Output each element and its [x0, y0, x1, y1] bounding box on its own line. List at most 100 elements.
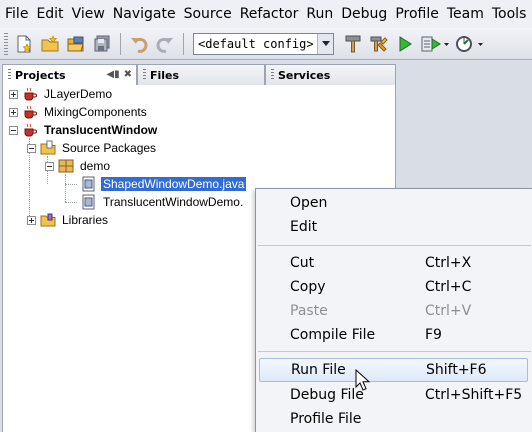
- tree-guide-line: [65, 174, 66, 202]
- menu-view[interactable]: View: [67, 6, 108, 22]
- menu-item-shortcut: Shift+F6: [426, 362, 487, 378]
- menu-item-label: Compile File: [290, 327, 376, 343]
- menu-separator: [258, 351, 531, 352]
- debug-icon[interactable]: [418, 31, 452, 57]
- tab-projects-label: Projects: [15, 68, 66, 82]
- tree-node-label: Source Packages: [62, 141, 157, 155]
- menu-tools[interactable]: Tools: [487, 6, 530, 22]
- java-file-icon: [81, 194, 97, 210]
- expand-toggle-icon[interactable]: [9, 107, 18, 117]
- tab-projects[interactable]: Projects ◀▮ ✖: [2, 64, 137, 86]
- menu-item-label: Edit: [290, 219, 318, 235]
- tree-node-label: JLayerDemo: [44, 87, 113, 101]
- menu-item-label: Run File: [291, 362, 346, 378]
- menu-item-shortcut: F9: [425, 327, 442, 343]
- menu-bar: File Edit View Navigate Source Refactor …: [0, 0, 532, 28]
- drag-handle-icon[interactable]: [271, 69, 274, 81]
- chevron-down-icon[interactable]: [317, 33, 333, 54]
- menu-separator: [258, 245, 531, 246]
- menu-item-label: Profile File: [290, 411, 362, 427]
- tree-node-translucentwindowdemo[interactable]: TranslucentWindowDemo.: [81, 193, 245, 211]
- source-folder-icon: [40, 140, 56, 156]
- menu-item-copy[interactable]: Copy Ctrl+C: [256, 275, 532, 299]
- tab-services[interactable]: Services: [265, 64, 396, 86]
- tree-node-label: TranslucentWindow: [44, 123, 158, 137]
- context-menu: Open Edit Cut Ctrl+X Copy Ctrl+C Paste C…: [255, 188, 532, 432]
- menu-profile[interactable]: Profile: [390, 6, 442, 22]
- clean-build-icon[interactable]: [366, 31, 392, 57]
- tree-node-translucentwindow[interactable]: TranslucentWindow: [9, 121, 159, 139]
- menu-item-label: Open: [290, 195, 328, 211]
- tab-files-label: Files: [150, 68, 180, 82]
- menu-file[interactable]: File: [0, 6, 31, 22]
- mouse-cursor-icon: [355, 369, 371, 391]
- expand-toggle-icon[interactable]: [27, 215, 36, 225]
- menu-navigate[interactable]: Navigate: [108, 6, 179, 22]
- libraries-folder-icon: [40, 212, 56, 228]
- toolbar-separator: [120, 32, 121, 55]
- tree-node-libraries[interactable]: Libraries: [27, 211, 110, 229]
- save-all-icon[interactable]: [89, 31, 115, 57]
- tab-services-label: Services: [278, 68, 331, 82]
- menu-item-shortcut: Ctrl+C: [425, 279, 472, 295]
- collapse-toggle-icon[interactable]: [9, 125, 18, 135]
- open-project-icon[interactable]: [63, 31, 89, 57]
- menu-item-paste: Paste Ctrl+V: [256, 299, 532, 323]
- package-icon: [58, 158, 74, 174]
- tree-guide-line: [65, 202, 77, 203]
- profile-icon[interactable]: [452, 31, 488, 57]
- menu-debug[interactable]: Debug: [336, 6, 390, 22]
- tree-node-shapedwindowdemo[interactable]: ShapedWindowDemo.java: [81, 175, 247, 193]
- undo-icon[interactable]: [126, 31, 152, 57]
- build-icon[interactable]: [340, 31, 366, 57]
- toolbar-separator: [183, 32, 184, 55]
- collapse-toggle-icon[interactable]: [45, 161, 54, 171]
- configuration-select[interactable]: <default config>: [193, 32, 334, 55]
- menu-item-label: Cut: [290, 255, 315, 271]
- menu-source[interactable]: Source: [179, 6, 235, 22]
- menu-item-run-file[interactable]: Run File Shift+F6: [259, 358, 528, 382]
- menu-refactor[interactable]: Refactor: [235, 6, 302, 22]
- tree-node-label: Libraries: [62, 213, 109, 227]
- menu-item-shortcut: Ctrl+Shift+F5: [425, 387, 523, 403]
- panel-tabs: Projects ◀▮ ✖ Files Services: [0, 64, 532, 86]
- menu-item-label: Copy: [290, 279, 326, 295]
- tree-node-mixingcomponents[interactable]: MixingComponents: [9, 103, 149, 121]
- toolbar-grip[interactable]: [4, 32, 8, 55]
- toolbar: <default config>: [0, 28, 532, 60]
- menu-item-open[interactable]: Open: [256, 191, 532, 215]
- run-icon[interactable]: [392, 31, 418, 57]
- menu-team[interactable]: Team: [442, 6, 487, 22]
- tree-node-source-packages[interactable]: Source Packages: [27, 139, 158, 157]
- menu-item-profile-file[interactable]: Profile File: [256, 407, 532, 431]
- collapse-toggle-icon[interactable]: [27, 143, 36, 153]
- minimize-icon[interactable]: ◀▮: [106, 69, 119, 80]
- menu-item-compile-file[interactable]: Compile File F9: [256, 323, 532, 347]
- menu-item-edit[interactable]: Edit: [256, 215, 532, 239]
- coffee-cup-icon: [22, 86, 38, 102]
- menu-run[interactable]: Run: [301, 6, 336, 22]
- tab-files[interactable]: Files: [137, 64, 265, 86]
- menu-item-shortcut: Ctrl+V: [425, 303, 472, 319]
- tree-node-label: demo: [80, 159, 111, 173]
- menu-item-label: Debug File: [290, 387, 364, 403]
- new-file-icon[interactable]: [11, 31, 37, 57]
- coffee-cup-icon: [22, 104, 38, 120]
- menu-item-cut[interactable]: Cut Ctrl+X: [256, 251, 532, 275]
- expand-toggle-icon[interactable]: [9, 89, 18, 99]
- tree-node-label-selected: ShapedWindowDemo.java: [101, 177, 247, 191]
- new-project-icon[interactable]: [37, 31, 63, 57]
- tree-node-package-demo[interactable]: demo: [45, 157, 112, 175]
- coffee-cup-icon: [22, 122, 38, 138]
- close-icon[interactable]: ✖: [124, 69, 132, 80]
- java-file-icon: [81, 176, 97, 192]
- tree-guide-line: [65, 184, 77, 185]
- configuration-select-value: <default config>: [198, 36, 314, 51]
- menu-edit[interactable]: Edit: [31, 6, 66, 22]
- redo-icon[interactable]: [152, 31, 178, 57]
- menu-item-debug-file[interactable]: Debug File Ctrl+Shift+F5: [256, 383, 532, 407]
- drag-handle-icon[interactable]: [8, 69, 11, 81]
- tab-controls: ◀▮ ✖: [106, 69, 132, 80]
- tree-node-jlayerdemo[interactable]: JLayerDemo: [9, 85, 114, 103]
- drag-handle-icon[interactable]: [143, 69, 146, 81]
